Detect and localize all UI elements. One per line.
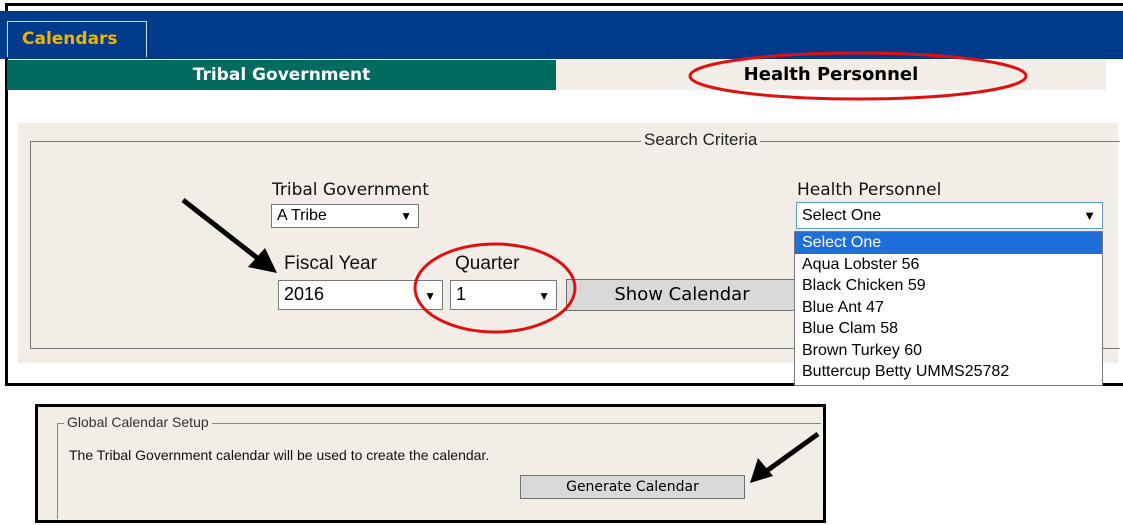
fiscal-year-value: 2016	[284, 284, 325, 304]
health-personnel-options: Select One Aqua Lobster 56 Black Chicken…	[794, 231, 1103, 386]
tab-calendars[interactable]: Calendars	[7, 21, 147, 57]
fiscal-year-label: Fiscal Year	[284, 253, 377, 274]
quarter-select[interactable]: 1 ▼	[450, 280, 557, 310]
health-personnel-select[interactable]: Select One ▼	[796, 202, 1103, 229]
tribal-government-value: A Tribe	[277, 207, 327, 224]
dropdown-arrow-icon: ▼	[424, 289, 436, 303]
generate-calendar-button[interactable]: Generate Calendar	[520, 475, 745, 499]
option-aqua-lobster[interactable]: Aqua Lobster 56	[795, 254, 1102, 276]
tab-tribal-government[interactable]: Tribal Government	[7, 60, 556, 90]
dropdown-arrow-icon: ▼	[400, 209, 412, 223]
global-setup-legend: Global Calendar Setup	[64, 414, 212, 430]
tab-health-personnel[interactable]: Health Personnel	[556, 60, 1106, 90]
health-personnel-value: Select One	[802, 207, 882, 224]
quarter-label: Quarter	[455, 253, 520, 274]
global-setup-message: The Tribal Government calendar will be u…	[69, 447, 490, 463]
search-criteria-legend: Search Criteria	[641, 130, 761, 150]
dropdown-arrow-icon: ▼	[1083, 208, 1096, 223]
tribal-government-select[interactable]: A Tribe ▼	[271, 204, 419, 228]
option-brown-turkey[interactable]: Brown Turkey 60	[795, 340, 1102, 362]
health-personnel-label: Health Personnel	[797, 180, 942, 200]
show-calendar-button[interactable]: Show Calendar	[566, 279, 798, 311]
option-blue-ant[interactable]: Blue Ant 47	[795, 297, 1102, 319]
quarter-value: 1	[456, 284, 467, 304]
option-select-one[interactable]: Select One	[795, 232, 1102, 254]
option-black-chicken[interactable]: Black Chicken 59	[795, 275, 1102, 297]
option-blue-clam[interactable]: Blue Clam 58	[795, 318, 1102, 340]
header-bar	[0, 11, 1123, 59]
global-setup-fieldset	[57, 423, 821, 519]
dropdown-arrow-icon: ▼	[538, 289, 550, 303]
option-buttercup-betty[interactable]: Buttercup Betty UMMS25782	[795, 361, 1102, 383]
fiscal-year-select[interactable]: 2016 ▼	[278, 280, 443, 310]
tribal-government-label: Tribal Government	[272, 180, 429, 200]
